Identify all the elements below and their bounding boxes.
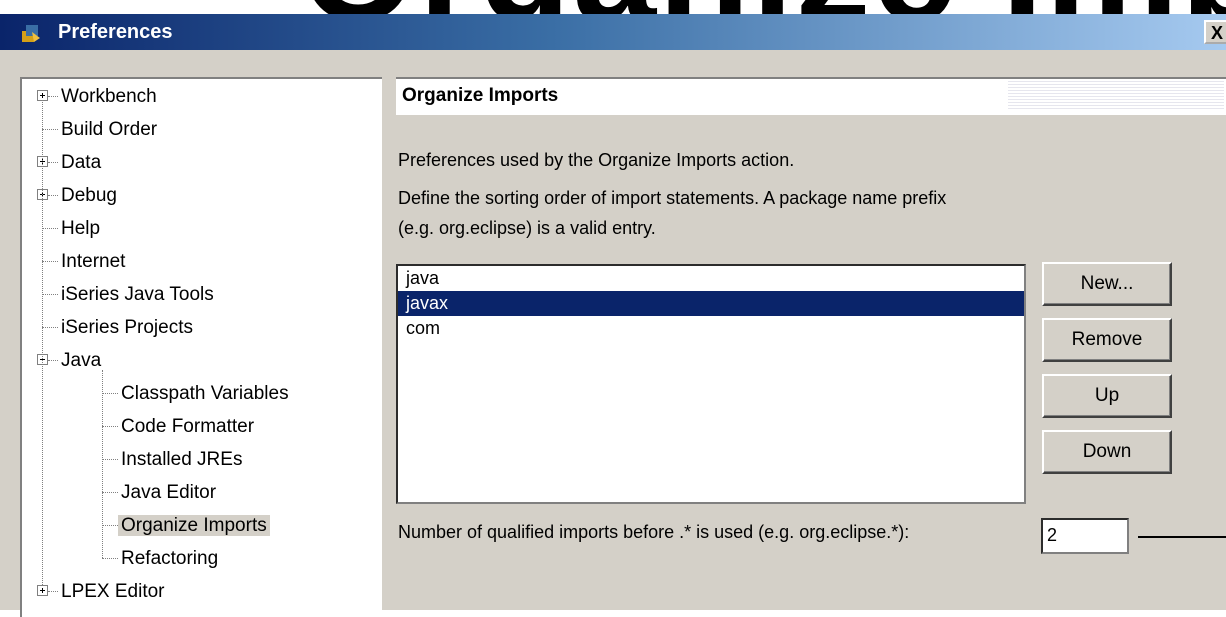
tree-item[interactable]: Code Formatter [118, 410, 257, 443]
tree-item[interactable]: Refactoring [118, 542, 221, 575]
tree-item-label: iSeries Projects [61, 317, 193, 338]
tree-connector [48, 96, 58, 97]
tree-item[interactable]: Internet [58, 245, 128, 278]
tree-item-label: Code Formatter [121, 416, 255, 437]
tree-item-label: Internet [61, 251, 126, 272]
tree-item-label: Java Editor [121, 482, 217, 503]
tree-item-label: Organize Imports [118, 515, 270, 536]
list-item[interactable]: java [398, 266, 1024, 291]
page-header: Organize Imports [396, 77, 1226, 115]
page-title: Organize Imports [402, 85, 559, 106]
tree-connector [42, 102, 43, 585]
window-title: Preferences [58, 21, 173, 43]
new-button[interactable]: New... [1042, 262, 1172, 306]
up-button[interactable]: Up [1042, 374, 1172, 418]
tree-item-label: iSeries Java Tools [61, 284, 214, 305]
tree-connector [102, 525, 118, 526]
tree-connector [102, 426, 118, 427]
tree-item[interactable]: Classpath Variables [118, 377, 292, 410]
title-bar: Preferences X [0, 14, 1226, 50]
tree-connector [42, 228, 58, 229]
tree-connector [42, 129, 58, 130]
tree-connector [48, 162, 58, 163]
tree-item[interactable]: iSeries Projects [58, 311, 196, 344]
tree-item-label: Refactoring [121, 548, 219, 569]
tree-connector [42, 294, 58, 295]
list-item[interactable]: javax [398, 291, 1024, 316]
tree-connector [102, 558, 118, 559]
preferences-app-icon [22, 25, 40, 42]
tree-connector [102, 492, 118, 493]
tree-item[interactable]: Data [58, 146, 104, 179]
remove-button[interactable]: Remove [1042, 318, 1172, 362]
tree-connector [102, 393, 118, 394]
tree-item[interactable]: Workbench [58, 80, 160, 113]
tree-item-label: Classpath Variables [121, 383, 289, 404]
tree-item-label: LPEX Editor [61, 581, 165, 602]
tree-item[interactable]: Debug [58, 179, 120, 212]
tree-item-label: Help [61, 218, 101, 239]
tree-connector [102, 370, 103, 558]
expand-icon[interactable] [37, 585, 48, 596]
tree-item[interactable]: Java Editor [118, 476, 219, 509]
tree-item[interactable]: Java [58, 344, 104, 377]
page-description: Preferences used by the Organize Imports… [398, 150, 795, 170]
tree-item[interactable]: Build Order [58, 113, 160, 146]
preferences-dialog: Preferences X Workbench Build Order Data De… [0, 14, 1226, 617]
threshold-input[interactable]: 2 [1041, 518, 1129, 554]
close-button[interactable]: X [1204, 20, 1226, 44]
instructions-line-1: Define the sorting order of import state… [398, 188, 947, 208]
tree-connector [42, 261, 58, 262]
tree-item[interactable]: iSeries Java Tools [58, 278, 217, 311]
expand-icon[interactable] [37, 90, 48, 101]
tree-item-label: Debug [61, 185, 117, 206]
tree-connector [48, 195, 58, 196]
tree-item-label: Workbench [61, 86, 157, 107]
down-button[interactable]: Down [1042, 430, 1172, 474]
import-order-list[interactable]: java javax com [396, 264, 1026, 504]
tree-item[interactable]: Installed JREs [118, 443, 245, 476]
tree-item-label: Installed JREs [121, 449, 243, 470]
tree-connector [102, 459, 118, 460]
tree-item[interactable]: LPEX Editor [58, 575, 168, 608]
tree-item[interactable]: Help [58, 212, 103, 245]
tree-item-label: Java [61, 350, 102, 371]
list-item[interactable]: com [398, 316, 1024, 341]
instructions-line-2: (e.g. org.eclipse) is a valid entry. [398, 218, 656, 238]
tree-item-label: Build Order [61, 119, 158, 140]
header-banner-image [1008, 81, 1224, 111]
threshold-label: Number of qualified imports before .* is… [398, 522, 910, 542]
tree-connector [48, 360, 58, 361]
tree-item[interactable]: Organize Imports [118, 509, 270, 542]
callout-line [1138, 536, 1226, 538]
tree-connector [48, 591, 58, 592]
tree-item-label: Data [61, 152, 102, 173]
preferences-tree: Workbench Build Order Data Debug Help Interne… [20, 77, 382, 617]
tree-connector [42, 327, 58, 328]
